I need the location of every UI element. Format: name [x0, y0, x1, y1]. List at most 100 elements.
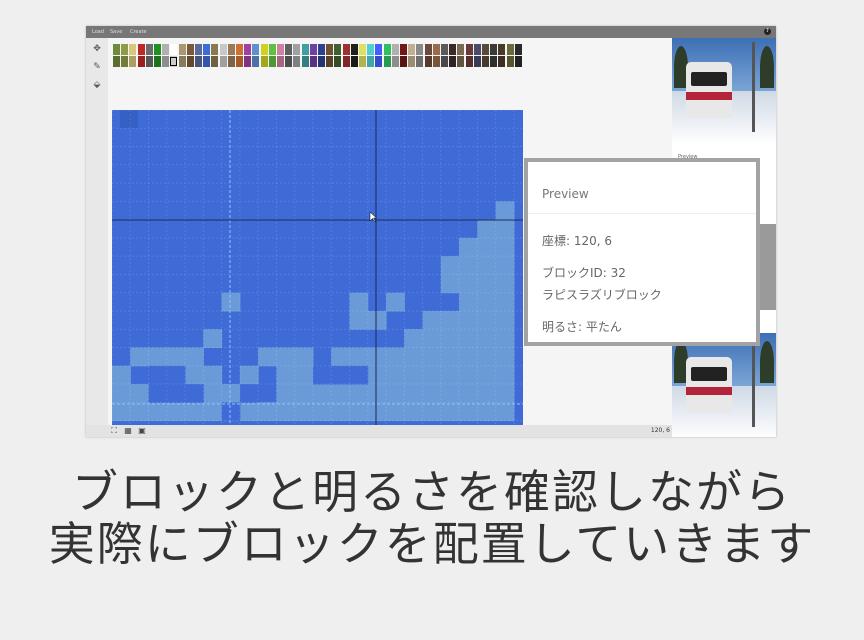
- palette-swatch[interactable]: [137, 44, 145, 55]
- canvas-cell[interactable]: [440, 329, 460, 349]
- palette-swatch[interactable]: [309, 56, 317, 67]
- canvas-cell[interactable]: [258, 347, 277, 367]
- canvas-cell[interactable]: [221, 402, 241, 422]
- canvas-cell[interactable]: [477, 219, 497, 239]
- canvas-cell[interactable]: [367, 402, 387, 422]
- canvas-cell[interactable]: [312, 402, 332, 422]
- canvas-cell[interactable]: [276, 365, 296, 385]
- palette-swatch[interactable]: [203, 44, 211, 55]
- canvas-cell[interactable]: [477, 292, 497, 312]
- canvas-cell[interactable]: [404, 329, 424, 349]
- canvas-cell[interactable]: [477, 402, 497, 422]
- canvas-cell[interactable]: [312, 384, 332, 403]
- palette-swatch[interactable]: [145, 44, 153, 55]
- canvas-cell[interactable]: [495, 292, 515, 312]
- palette-swatch[interactable]: [203, 56, 211, 67]
- palette-swatch[interactable]: [416, 44, 424, 55]
- preview-thumbnail[interactable]: [672, 333, 776, 437]
- palette-swatch[interactable]: [457, 56, 465, 67]
- palette-swatch[interactable]: [498, 56, 506, 67]
- canvas-cell[interactable]: [367, 347, 387, 367]
- pixel-canvas[interactable]: [112, 110, 523, 425]
- palette-swatch[interactable]: [424, 56, 432, 67]
- palette-swatch[interactable]: [318, 44, 325, 55]
- menu-load[interactable]: Load: [92, 27, 104, 37]
- palette-swatch[interactable]: [449, 56, 457, 67]
- canvas-cell[interactable]: [422, 310, 442, 330]
- palette-swatch[interactable]: [252, 44, 260, 55]
- palette-swatch[interactable]: [318, 56, 325, 67]
- palette-swatch[interactable]: [326, 56, 334, 67]
- canvas-cell[interactable]: [440, 365, 460, 385]
- canvas-cell[interactable]: [386, 292, 405, 312]
- canvas-cell[interactable]: [148, 365, 168, 385]
- palette-swatch[interactable]: [301, 56, 309, 67]
- canvas-cell[interactable]: [294, 384, 314, 403]
- palette-swatch[interactable]: [465, 44, 473, 55]
- canvas-cell[interactable]: [185, 384, 204, 403]
- canvas-cell[interactable]: [404, 365, 424, 385]
- canvas-cell[interactable]: [459, 402, 478, 422]
- canvas-cell[interactable]: [422, 347, 442, 367]
- canvas-cell[interactable]: [185, 365, 204, 385]
- palette-swatch[interactable]: [121, 56, 129, 67]
- palette-swatch[interactable]: [359, 56, 366, 67]
- canvas-cell[interactable]: [495, 219, 515, 239]
- palette-swatch[interactable]: [211, 44, 219, 55]
- palette-swatch[interactable]: [490, 44, 498, 55]
- palette-swatch[interactable]: [195, 56, 202, 67]
- palette-swatch[interactable]: [416, 56, 424, 67]
- canvas-cell[interactable]: [331, 402, 351, 422]
- menu-save[interactable]: Save: [110, 27, 122, 37]
- palette-swatch[interactable]: [309, 44, 317, 55]
- canvas-cell[interactable]: [440, 256, 460, 275]
- canvas-cell[interactable]: [239, 402, 259, 422]
- palette-swatch[interactable]: [514, 44, 522, 55]
- palette-swatch[interactable]: [268, 44, 276, 55]
- canvas-cell[interactable]: [495, 237, 515, 257]
- palette-swatch[interactable]: [145, 56, 153, 67]
- palette-swatch[interactable]: [301, 44, 309, 55]
- palette-swatch[interactable]: [326, 44, 334, 55]
- canvas-cell[interactable]: [440, 274, 460, 294]
- palette-swatch[interactable]: [383, 44, 391, 55]
- canvas-cell[interactable]: [276, 347, 296, 367]
- palette-swatch[interactable]: [506, 44, 514, 55]
- palette-swatch[interactable]: [113, 44, 120, 55]
- canvas-cell[interactable]: [349, 384, 369, 403]
- canvas-cell[interactable]: [312, 365, 332, 385]
- canvas-cell[interactable]: [185, 347, 204, 367]
- canvas-cell[interactable]: [112, 384, 131, 403]
- palette-swatch[interactable]: [350, 44, 358, 55]
- canvas-cell[interactable]: [477, 310, 497, 330]
- source-image-thumbnail[interactable]: [672, 38, 776, 144]
- palette-swatch[interactable]: [441, 56, 448, 67]
- palette-swatch[interactable]: [285, 44, 293, 55]
- canvas-cell[interactable]: [349, 402, 369, 422]
- palette-swatch[interactable]: [227, 44, 235, 55]
- canvas-cell[interactable]: [477, 384, 497, 403]
- palette-swatch[interactable]: [506, 56, 514, 67]
- palette-swatch[interactable]: [219, 44, 227, 55]
- palette-swatch[interactable]: [236, 56, 243, 67]
- canvas-cell[interactable]: [331, 384, 351, 403]
- canvas-cell[interactable]: [495, 274, 515, 294]
- canvas-cell[interactable]: [112, 402, 131, 422]
- canvas-cell[interactable]: [221, 384, 241, 403]
- palette-swatch[interactable]: [334, 56, 342, 67]
- canvas-cell[interactable]: [386, 347, 405, 367]
- palette-swatch[interactable]: [129, 44, 137, 55]
- canvas-cell[interactable]: [331, 347, 351, 367]
- canvas-cell[interactable]: [495, 347, 515, 367]
- palette-swatch[interactable]: [227, 56, 235, 67]
- canvas-cell[interactable]: [459, 292, 478, 312]
- canvas-cell[interactable]: [148, 384, 168, 403]
- palette-swatch[interactable]: [162, 44, 170, 55]
- palette-swatch[interactable]: [449, 44, 457, 55]
- canvas-cell[interactable]: [148, 347, 168, 367]
- fullscreen-icon[interactable]: ⛶: [110, 427, 118, 435]
- palette-swatch[interactable]: [277, 56, 284, 67]
- canvas-cell[interactable]: [440, 347, 460, 367]
- palette-swatch[interactable]: [400, 56, 407, 67]
- canvas-cell[interactable]: [459, 365, 478, 385]
